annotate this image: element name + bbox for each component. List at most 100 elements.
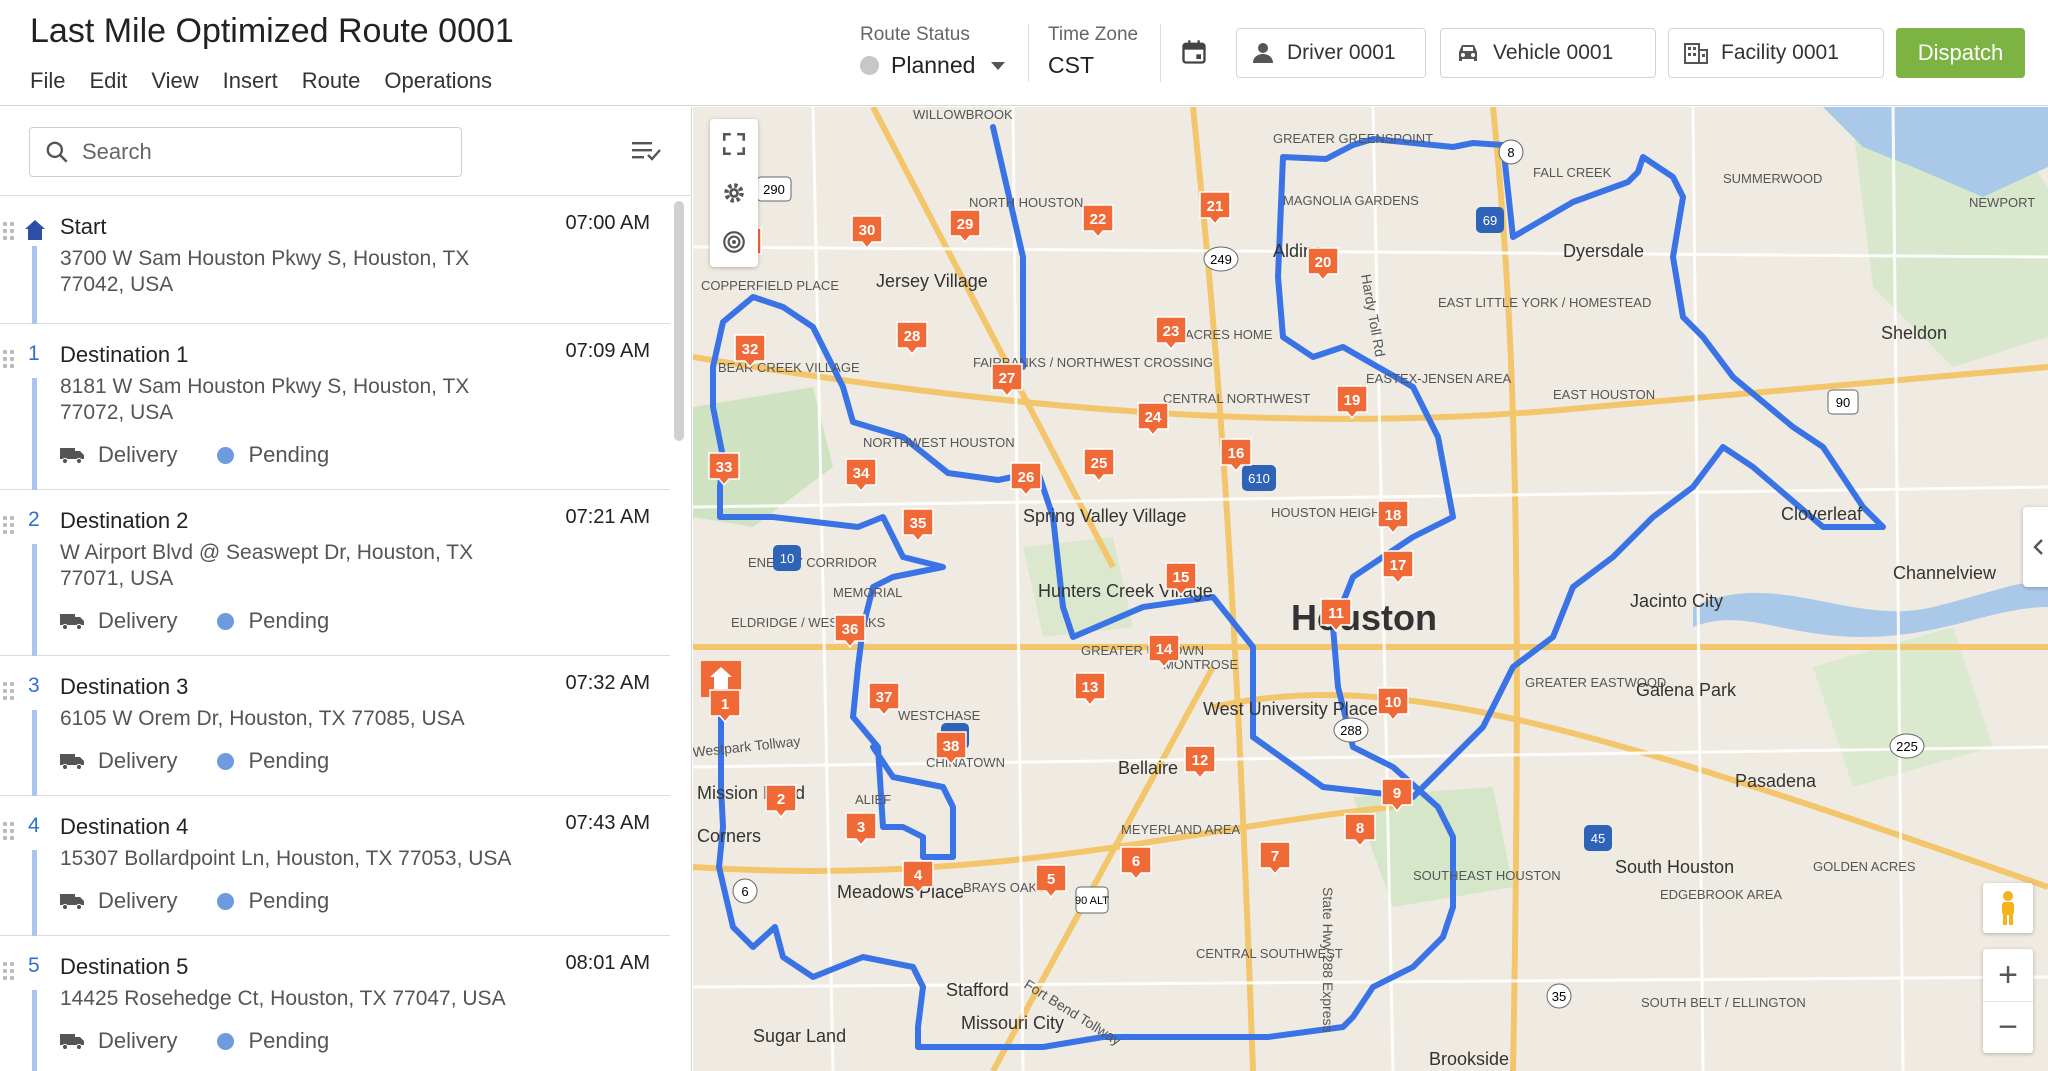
menu-bar: File Edit View Insert Route Operations — [30, 68, 492, 94]
list-item-start[interactable]: Start 07:00 AM 3700 W Sam Houston Pkwy S… — [0, 196, 670, 324]
stops-sidebar: Start 07:00 AM 3700 W Sam Houston Pkwy S… — [0, 107, 692, 1071]
map-label: Sheldon — [1881, 323, 1947, 343]
stop-name: Destination 4 — [60, 814, 189, 839]
menu-file[interactable]: File — [30, 68, 65, 94]
route-map[interactable]: WILLOWBROOK GREATER GREENSPOINT NORTH HO… — [693, 107, 2048, 1071]
dispatch-button[interactable]: Dispatch — [1896, 28, 2025, 78]
zoom-in-icon[interactable]: + — [1983, 949, 2033, 1001]
svg-text:5: 5 — [1047, 871, 1055, 888]
list-item-destination-4[interactable]: 4 Destination 4 07:43 AM 15307 Bollardpo… — [0, 796, 670, 936]
svg-text:34: 34 — [853, 465, 870, 482]
map-label: EAST HOUSTON — [1553, 387, 1655, 402]
stop-connector — [32, 990, 37, 1071]
divider — [1028, 24, 1029, 82]
route-status-value: Planned — [891, 52, 976, 78]
zoom-out-icon[interactable]: − — [1983, 1001, 2033, 1053]
svg-text:24: 24 — [1145, 409, 1162, 426]
shield-icon: 35 — [1546, 983, 1572, 1009]
map-label: Spring Valley Village — [1023, 506, 1186, 526]
stop-address: 15307 Bollardpoint Ln, Houston, TX 77053… — [60, 847, 512, 870]
stop-number: 5 — [28, 954, 40, 977]
shield-icon: 8 — [1498, 139, 1524, 165]
list-item-destination-1[interactable]: 1 Destination 1 07:09 AM 8181 W Sam Hous… — [0, 324, 670, 490]
stop-type: Delivery — [98, 748, 178, 773]
shield-icon: 249 — [1203, 246, 1239, 272]
svg-text:225: 225 — [1896, 739, 1918, 754]
stop-type: Delivery — [98, 1028, 178, 1053]
shield-icon: 69 — [1476, 207, 1504, 233]
drag-handle-icon[interactable] — [3, 822, 15, 840]
map-label: Corners — [697, 826, 761, 846]
shield-icon: 290 — [756, 176, 792, 202]
menu-operations[interactable]: Operations — [384, 68, 492, 94]
facility-selector[interactable]: Facility 0001 — [1668, 28, 1884, 78]
truck-icon — [60, 894, 84, 911]
svg-text:18: 18 — [1385, 507, 1402, 524]
search-input[interactable] — [82, 139, 442, 165]
drag-handle-icon[interactable] — [3, 222, 15, 240]
timezone-value: CST — [1048, 52, 1094, 78]
stop-number: 2 — [28, 508, 40, 531]
search-box[interactable] — [29, 127, 462, 177]
map-label: SOUTH BELT / ELLINGTON — [1641, 995, 1806, 1010]
shield-icon: 90 ALT — [1075, 886, 1109, 914]
stop-address: 3700 W Sam Houston Pkwy S, Houston, TX 7… — [60, 247, 470, 296]
svg-text:69: 69 — [1483, 213, 1497, 228]
chevron-down-icon — [991, 61, 1006, 70]
fullscreen-icon[interactable] — [710, 119, 758, 168]
stop-connector — [32, 544, 37, 656]
svg-text:6: 6 — [1132, 853, 1140, 870]
map-label: Sugar Land — [753, 1026, 846, 1046]
route-status-dropdown[interactable]: Planned — [860, 52, 1006, 79]
sidebar-scrollbar[interactable] — [674, 201, 684, 441]
svg-text:11: 11 — [1328, 605, 1344, 622]
map-label: ENERGY CORRIDOR — [748, 555, 877, 570]
list-item-destination-2[interactable]: 2 Destination 2 07:21 AM W Airport Blvd … — [0, 490, 670, 656]
drag-handle-icon[interactable] — [3, 350, 15, 368]
truck-icon — [60, 614, 84, 631]
stop-connector — [32, 378, 37, 490]
svg-text:14: 14 — [1156, 641, 1173, 658]
vehicle-selector[interactable]: Vehicle 0001 — [1440, 28, 1656, 78]
map-label: Pasadena — [1735, 771, 1817, 791]
map-label: Galena Park — [1636, 680, 1737, 700]
stop-connector — [32, 850, 37, 936]
chevron-left-icon[interactable] — [2023, 507, 2048, 587]
svg-text:12: 12 — [1192, 752, 1209, 769]
status-dot — [217, 612, 235, 630]
calendar-icon[interactable] — [1180, 38, 1208, 71]
stop-meta: Delivery Pending — [60, 1028, 329, 1054]
drag-handle-icon[interactable] — [3, 962, 15, 980]
menu-route[interactable]: Route — [302, 68, 361, 94]
stop-time: 07:21 AM — [565, 506, 650, 528]
map-label: BEAR CREEK VILLAGE — [718, 360, 860, 375]
pegman-icon[interactable] — [1983, 883, 2033, 933]
svg-text:90: 90 — [1836, 395, 1850, 410]
gear-icon[interactable] — [710, 168, 758, 217]
svg-text:249: 249 — [1210, 252, 1232, 267]
drag-handle-icon[interactable] — [3, 516, 15, 534]
svg-text:10: 10 — [1385, 694, 1402, 711]
stop-time: 08:01 AM — [565, 952, 650, 974]
vehicle-value: Vehicle 0001 — [1493, 41, 1614, 64]
shield-icon: 288 — [1333, 717, 1369, 743]
layers-icon[interactable] — [710, 217, 758, 266]
menu-insert[interactable]: Insert — [223, 68, 278, 94]
svg-text:8: 8 — [1356, 820, 1364, 837]
stop-time: 07:32 AM — [565, 672, 650, 694]
map-label: Channelview — [1893, 563, 1997, 583]
stop-connector — [32, 246, 37, 324]
facility-value: Facility 0001 — [1721, 41, 1839, 64]
stop-type: Delivery — [98, 442, 178, 467]
map-canvas[interactable]: WILLOWBROOK GREATER GREENSPOINT NORTH HO… — [693, 107, 2048, 1071]
driver-selector[interactable]: Driver 0001 — [1236, 28, 1426, 78]
truck-icon — [60, 754, 84, 771]
list-item-destination-3[interactable]: 3 Destination 3 07:32 AM 6105 W Orem Dr,… — [0, 656, 670, 796]
drag-handle-icon[interactable] — [3, 682, 15, 700]
svg-text:35: 35 — [910, 515, 927, 532]
menu-view[interactable]: View — [151, 68, 198, 94]
sort-icon[interactable] — [632, 139, 662, 163]
map-label: South Houston — [1615, 857, 1734, 877]
list-item-destination-5[interactable]: 5 Destination 5 08:01 AM 14425 Rosehedge… — [0, 936, 670, 1071]
menu-edit[interactable]: Edit — [89, 68, 127, 94]
